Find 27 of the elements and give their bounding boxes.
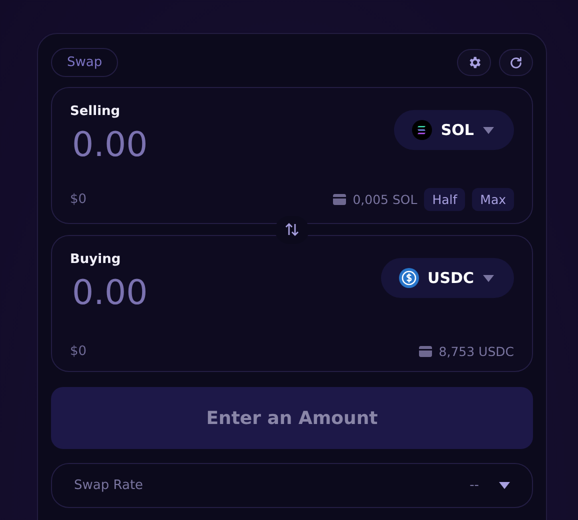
wallet-icon xyxy=(332,194,346,205)
swap-rate-value: -- xyxy=(470,478,479,493)
panel-label: Selling xyxy=(70,104,122,119)
usd-value: $0 xyxy=(70,344,87,359)
usd-value: $0 xyxy=(70,192,87,207)
wallet-icon xyxy=(418,346,432,357)
panel-label: Buying xyxy=(70,252,122,267)
balance-text: 0,005 SOL xyxy=(352,192,418,207)
refresh-icon xyxy=(509,56,523,70)
token-selector[interactable]: USDC xyxy=(380,258,514,298)
swap-rate-label: Swap Rate xyxy=(74,478,144,493)
balance-text: 8,753 USDC xyxy=(438,344,514,359)
caret-icon xyxy=(499,482,510,489)
amount-preset-button[interactable]: Max xyxy=(472,188,514,211)
swap-tab[interactable]: Swap xyxy=(51,48,118,77)
coin-icon xyxy=(412,120,432,140)
amount-field[interactable]: 0.00 xyxy=(72,273,148,313)
amount-field[interactable]: 0.00 xyxy=(72,125,148,165)
amount-preset-button[interactable]: Half xyxy=(424,188,466,211)
swap-arrows-icon xyxy=(285,223,299,236)
caret-icon xyxy=(483,274,494,282)
token-selector[interactable]: SOL xyxy=(394,110,514,150)
caret-icon xyxy=(483,126,494,134)
refresh-button[interactable] xyxy=(499,49,533,76)
coin-icon xyxy=(398,268,419,288)
settings-button[interactable] xyxy=(457,49,491,76)
swap-rate-row[interactable]: Swap Rate -- xyxy=(51,463,533,508)
